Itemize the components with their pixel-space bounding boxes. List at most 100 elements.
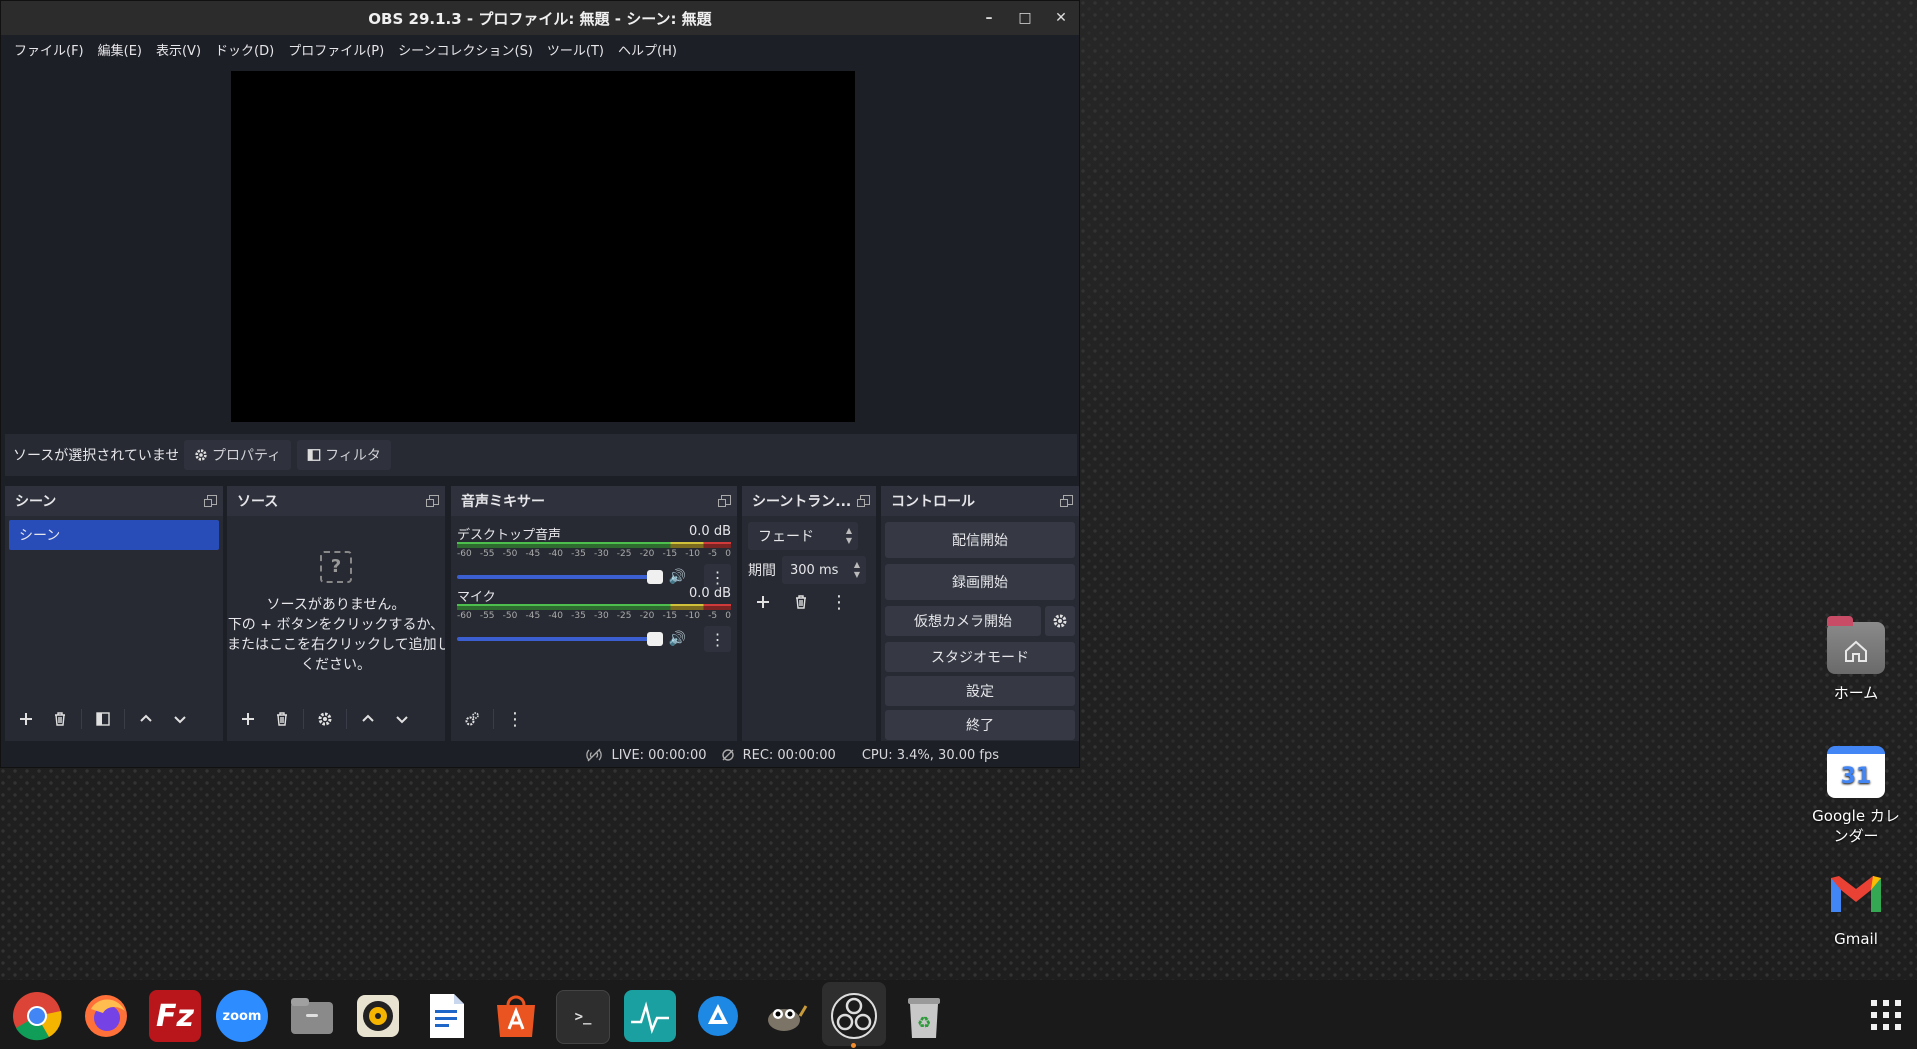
channel-name: マイク — [457, 590, 496, 605]
dock-app-chrome[interactable] — [11, 990, 63, 1042]
menu-tools[interactable]: ツール(T) — [540, 40, 611, 59]
undock-icon[interactable] — [1060, 495, 1073, 507]
sources-toolbar — [233, 705, 417, 733]
menu-profile[interactable]: プロファイル(P) — [281, 40, 391, 59]
menu-docks[interactable]: ドック(D) — [208, 40, 281, 59]
filters-button[interactable]: フィルタ — [297, 440, 391, 470]
start-recording-button[interactable]: 録画開始 — [885, 564, 1075, 600]
dock-app-obs[interactable] — [828, 990, 880, 1042]
speaker-icon[interactable]: 🔊 — [669, 631, 686, 647]
exit-button[interactable]: 終了 — [885, 710, 1075, 740]
move-scene-up-button[interactable] — [131, 705, 161, 733]
scene-item-label: シーン — [19, 528, 61, 544]
dock-app-writer[interactable] — [420, 990, 472, 1042]
chevron-up-icon — [362, 714, 374, 722]
dock-app-trash[interactable]: ♻ — [898, 990, 950, 1042]
show-apps-button[interactable] — [1871, 1000, 1901, 1030]
undock-icon[interactable] — [857, 495, 870, 507]
undock-icon[interactable] — [426, 495, 439, 507]
scene-list-item[interactable]: シーン — [9, 520, 219, 550]
dock-app-software-center[interactable] — [490, 990, 542, 1042]
settings-button[interactable]: 設定 — [885, 676, 1075, 706]
kebab-menu-icon: ⋮ — [709, 629, 726, 649]
remove-transition-button[interactable] — [786, 588, 816, 616]
studio-mode-button[interactable]: スタジオモード — [885, 642, 1075, 672]
title-bar[interactable]: OBS 29.1.3 - プロファイル: 無題 - シーン: 無題 – □ ✕ — [1, 1, 1079, 35]
virtual-camera-settings-button[interactable] — [1045, 606, 1075, 636]
close-icon: ✕ — [1055, 10, 1067, 26]
dock-app-system-monitor[interactable] — [624, 990, 676, 1042]
remove-scene-button[interactable] — [45, 705, 75, 733]
add-scene-button[interactable] — [11, 705, 41, 733]
mixer-toolbar: ⋮ — [457, 705, 530, 733]
scene-filters-button[interactable] — [88, 705, 118, 733]
mixer-menu-button[interactable]: ⋮ — [500, 705, 530, 733]
desktop-google-calendar[interactable]: 31 Google カレンダー — [1801, 746, 1911, 846]
trash-icon — [55, 712, 65, 726]
remove-source-button[interactable] — [267, 705, 297, 733]
source-properties-button[interactable] — [310, 705, 340, 733]
transitions-dock-title: シーントラン... — [752, 494, 852, 510]
add-transition-button[interactable] — [748, 588, 778, 616]
preview-canvas[interactable] — [231, 71, 855, 422]
duration-spinbox[interactable]: 300 ms ▲ ▼ — [782, 556, 866, 584]
dock-app-zoom[interactable]: zoom — [216, 990, 268, 1042]
dock-app-gimp[interactable] — [758, 990, 810, 1042]
dock-app-rhythmbox[interactable] — [352, 990, 404, 1042]
empty-sources-message[interactable]: ? ソースがありません。 下の + ボタンをクリックするか、 またはここを右クリ… — [227, 551, 445, 675]
dock-app-drive[interactable] — [692, 990, 744, 1042]
menu-scene-collection[interactable]: シーンコレクション(S) — [391, 40, 540, 59]
maximize-button[interactable]: □ — [1007, 1, 1043, 35]
desktop-home-folder[interactable]: ホーム — [1801, 616, 1911, 703]
dock-app-firefox[interactable] — [80, 990, 132, 1042]
properties-button[interactable]: プロパティ — [184, 440, 292, 470]
start-streaming-button[interactable]: 配信開始 — [885, 522, 1075, 558]
volume-slider-handle[interactable] — [646, 632, 663, 646]
undock-icon[interactable] — [718, 495, 731, 507]
advanced-audio-button[interactable] — [457, 705, 487, 733]
running-indicator — [851, 1043, 856, 1048]
transitions-dock-header: シーントラン... — [742, 486, 876, 516]
menu-edit[interactable]: 編集(E) — [91, 40, 149, 59]
filter-icon — [96, 712, 110, 726]
minimize-button[interactable]: – — [971, 1, 1007, 35]
question-icon: ? — [320, 551, 352, 583]
transition-menu-button[interactable]: ⋮ — [824, 588, 854, 616]
menu-file[interactable]: ファイル(F) — [7, 40, 91, 59]
menu-view[interactable]: 表示(V) — [149, 40, 208, 59]
spin-arrows-icon[interactable]: ▲ ▼ — [854, 560, 860, 580]
speaker-icon[interactable]: 🔊 — [669, 569, 686, 585]
maximize-icon: □ — [1018, 10, 1032, 26]
add-source-button[interactable] — [233, 705, 263, 733]
source-toolbar: ソースが選択されていません プロパティ フィルタ — [5, 434, 1077, 476]
gear-icon — [318, 712, 332, 726]
trash-bin-icon: ♻ — [908, 998, 940, 1038]
undock-icon[interactable] — [204, 495, 217, 507]
obs-icon — [831, 993, 877, 1039]
audio-mixer-header: 音声ミキサー — [451, 486, 737, 516]
start-virtual-camera-button[interactable]: 仮想カメラ開始 — [885, 606, 1041, 636]
volume-slider[interactable] — [457, 632, 663, 646]
audio-mixer-title: 音声ミキサー — [461, 494, 545, 510]
scenes-dock: シーン シーン — [5, 486, 223, 741]
dock-app-files[interactable] — [286, 990, 338, 1042]
volume-slider[interactable] — [457, 570, 663, 584]
properties-label: プロパティ — [212, 448, 282, 464]
move-scene-down-button[interactable] — [165, 705, 195, 733]
channel-db: 0.0 dB — [689, 586, 731, 601]
empty-sources-line: ください。 — [301, 657, 371, 673]
volume-slider-handle[interactable] — [646, 570, 663, 584]
move-source-down-button[interactable] — [387, 705, 417, 733]
move-source-up-button[interactable] — [353, 705, 383, 733]
menu-help[interactable]: ヘルプ(H) — [611, 40, 684, 59]
select-arrows-icon: ▲ ▼ — [845, 526, 852, 545]
channel-menu-button[interactable]: ⋮ — [704, 626, 731, 652]
close-button[interactable]: ✕ — [1043, 1, 1079, 35]
dock-app-terminal[interactable]: >_ — [556, 990, 610, 1044]
dock-app-filezilla[interactable]: Fz — [149, 990, 201, 1042]
scenes-dock-header: シーン — [5, 486, 223, 516]
sources-dock: ソース ? ソースがありません。 下の + ボタンをクリックするか、 またはここ… — [227, 486, 445, 741]
desktop-gmail[interactable]: Gmail — [1801, 870, 1911, 948]
transition-select[interactable]: フェード ▲ ▼ — [748, 522, 858, 550]
kebab-menu-icon: ⋮ — [830, 591, 848, 613]
